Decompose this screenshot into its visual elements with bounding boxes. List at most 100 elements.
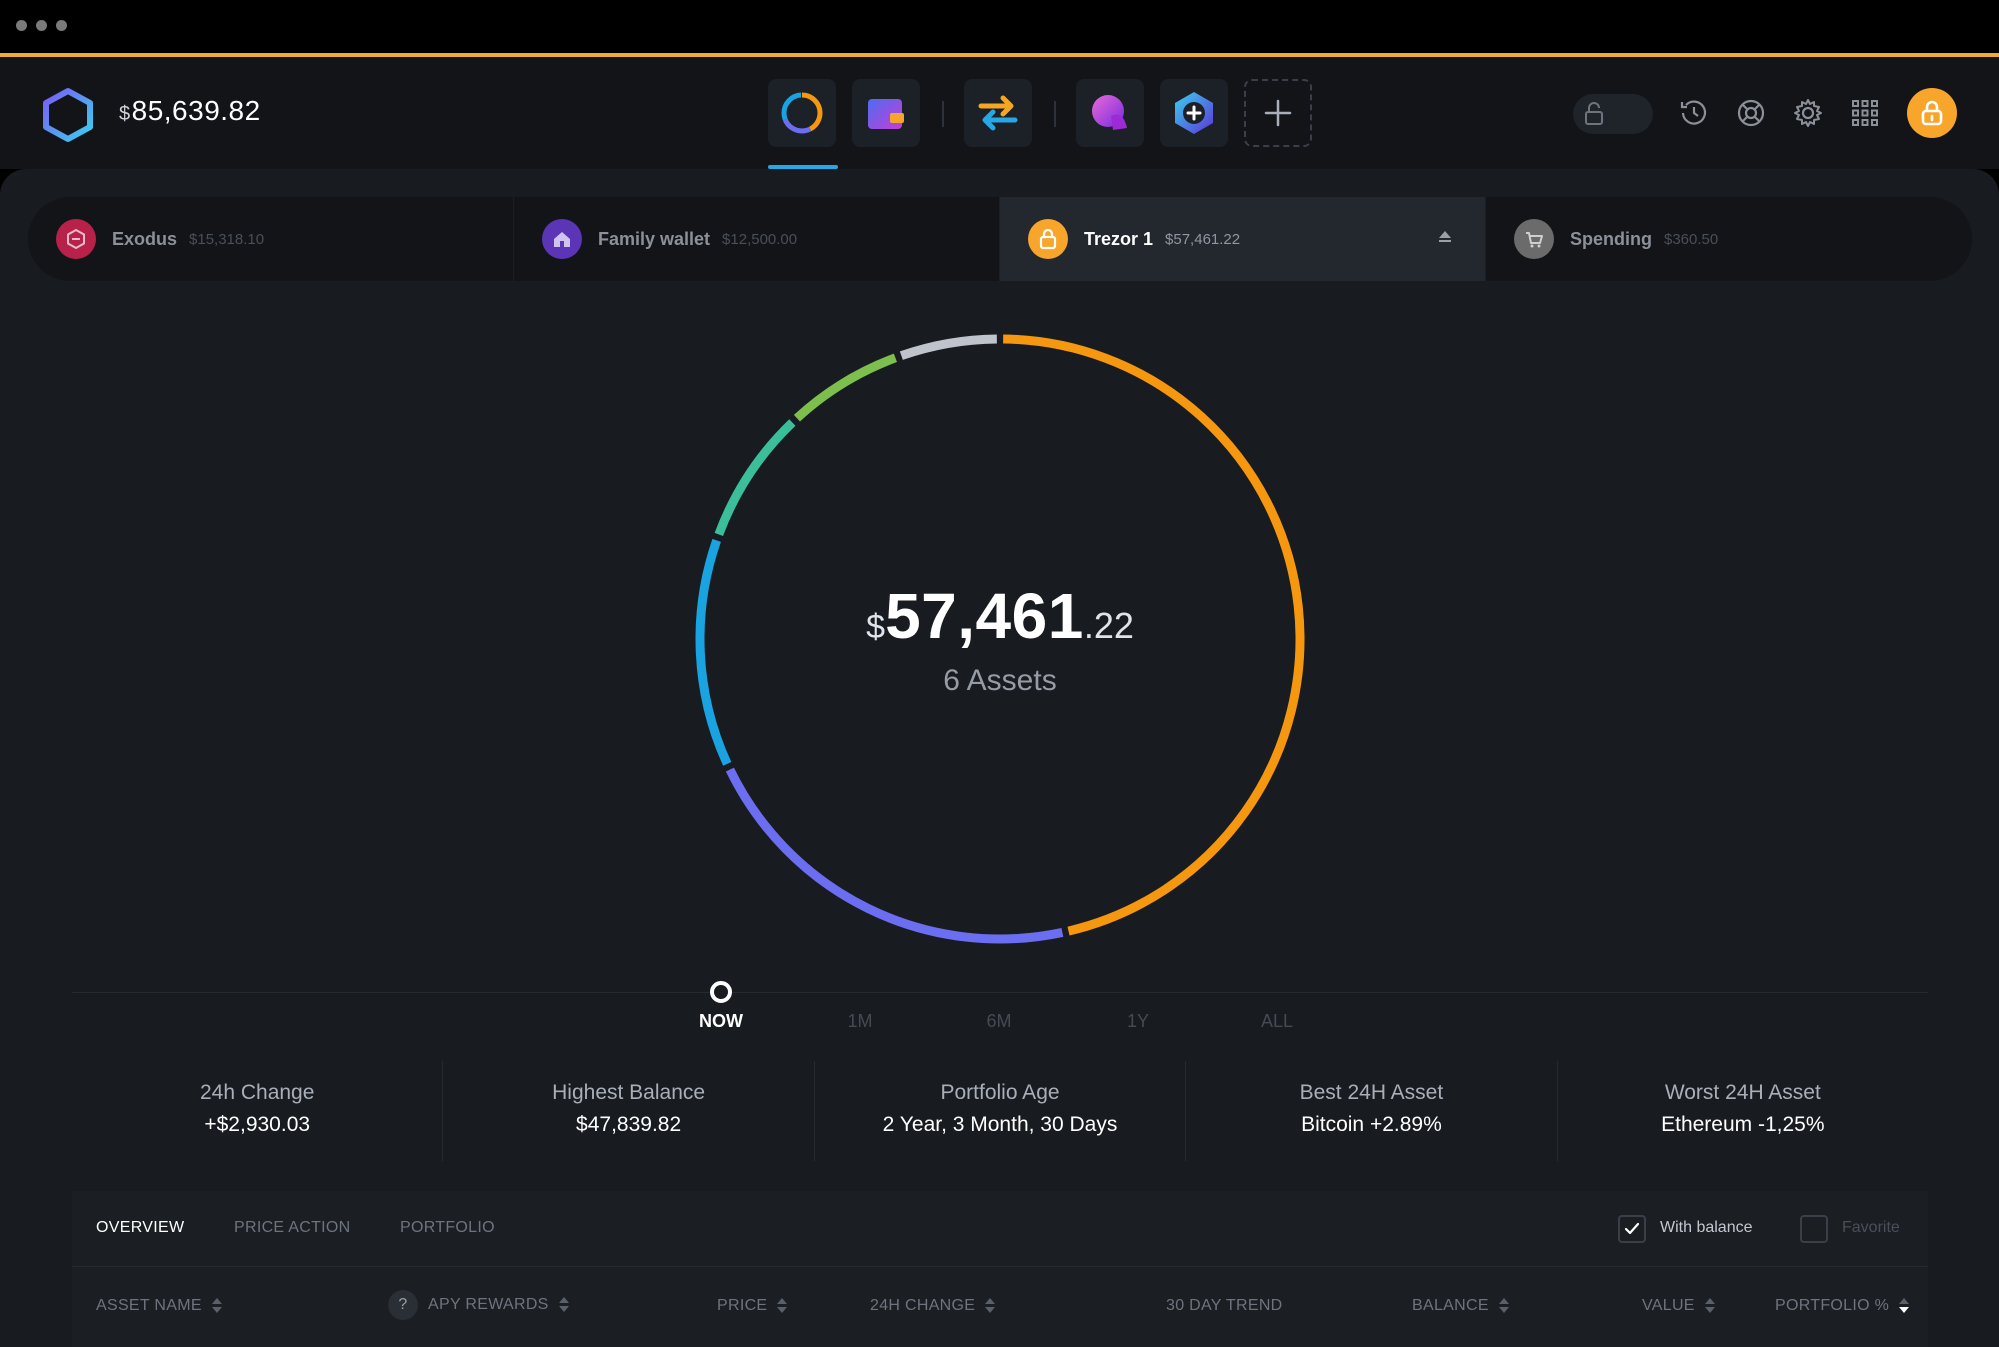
portfolio-panel: Exodus $15,318.10 Family wallet $12,500.…: [0, 169, 1999, 1347]
total-balance: $85,639.82: [119, 95, 261, 127]
stat-highest-balance: Highest Balance $47,839.82: [443, 1061, 815, 1161]
with-balance-label[interactable]: With balance: [1660, 1219, 1753, 1237]
col-price[interactable]: PRICE: [717, 1297, 788, 1315]
window-titlebar: [0, 0, 1999, 54]
wallet-balance: $57,461.22: [1165, 230, 1241, 248]
stat-label: 24h Change: [199, 1081, 315, 1104]
stat-24h-change: 24h Change +$2,930.03: [72, 1061, 444, 1161]
tab-price-action[interactable]: PRICE ACTION: [234, 1219, 351, 1237]
sort-desc-icon: [1899, 1298, 1910, 1314]
lock-toggle[interactable]: [1573, 94, 1653, 134]
wallet-tab-trezor[interactable]: Trezor 1 $57,461.22: [1000, 197, 1486, 281]
apps-grid-button[interactable]: [1845, 93, 1885, 133]
checkmark-icon: [1624, 1222, 1640, 1235]
nav-app-1[interactable]: [1076, 79, 1144, 147]
donut-segment-6[interactable]: [899, 334, 997, 360]
nav-separator: [1054, 101, 1056, 127]
hexagon-plus-icon: [1175, 92, 1213, 134]
timeline-now[interactable]: NOW: [681, 1011, 761, 1032]
wallet-balance: $360.50: [1664, 230, 1719, 248]
gear-icon: [1794, 99, 1822, 127]
nav-add-app[interactable]: [1244, 79, 1312, 147]
home-icon: [542, 219, 582, 259]
stat-portfolio-age: Portfolio Age 2 Year, 3 Month, 30 Days: [815, 1061, 1187, 1161]
settings-button[interactable]: [1788, 93, 1828, 133]
col-label: 30 DAY TREND: [1166, 1297, 1283, 1314]
grid-icon: [1852, 100, 1878, 126]
timeline-6m[interactable]: 6M: [959, 1011, 1039, 1032]
stat-label: Best 24H Asset: [1299, 1081, 1444, 1104]
nav-wallet[interactable]: [852, 79, 920, 147]
col-24h-change[interactable]: 24H CHANGE: [870, 1297, 996, 1315]
portfolio-ring-icon: [781, 92, 823, 134]
sort-icon: [558, 1297, 569, 1313]
stat-label: Portfolio Age: [940, 1081, 1060, 1104]
col-30-day-trend: 30 DAY TREND: [1166, 1297, 1283, 1315]
wallet-tab-family[interactable]: Family wallet $12,500.00: [514, 197, 1000, 281]
wallet-name: Spending: [1570, 228, 1652, 249]
exodus-logo-icon[interactable]: [40, 87, 96, 143]
portfolio-currency: $: [866, 608, 886, 646]
timeline-1m[interactable]: 1M: [820, 1011, 900, 1032]
with-balance-checkbox[interactable]: [1618, 1215, 1646, 1243]
col-label: 24H CHANGE: [870, 1297, 976, 1314]
timeline-1y[interactable]: 1Y: [1098, 1011, 1178, 1032]
timeline-track: [72, 992, 1928, 993]
donut-segment-4[interactable]: [714, 419, 796, 536]
col-asset-name[interactable]: ASSET NAME: [96, 1297, 222, 1315]
stat-value: +$2,930.03: [204, 1113, 311, 1136]
portfolio-total: $57,461.22: [680, 579, 1320, 653]
app-icon: [1092, 95, 1127, 130]
wallet-name: Exodus: [112, 228, 178, 249]
lock-wallet-button[interactable]: [1907, 88, 1957, 138]
col-label: APY REWARDS: [428, 1296, 549, 1313]
window-minimize-dot[interactable]: [36, 20, 47, 31]
col-portfolio-percent[interactable]: PORTFOLIO %: [1775, 1297, 1910, 1315]
nav-app-2[interactable]: [1160, 79, 1228, 147]
wallet-balance: $12,500.00: [722, 230, 798, 248]
plus-icon: [1264, 99, 1292, 127]
stat-value: $47,839.82: [576, 1113, 682, 1136]
stat-label: Worst 24H Asset: [1664, 1081, 1821, 1104]
window-maximize-dot[interactable]: [56, 20, 67, 31]
sort-icon: [1498, 1298, 1509, 1314]
history-button[interactable]: [1674, 93, 1714, 133]
window-close-dot[interactable]: [16, 20, 27, 31]
eject-icon[interactable]: [1439, 231, 1451, 242]
assets-table: OVERVIEW PRICE ACTION PORTFOLIO With bal…: [72, 1191, 1928, 1347]
sort-icon: [985, 1298, 996, 1314]
stat-value: Bitcoin +2.89%: [1301, 1113, 1442, 1136]
timeline-handle[interactable]: [710, 981, 732, 1003]
total-amount: 85,639.82: [131, 95, 261, 126]
favorite-checkbox[interactable]: [1800, 1215, 1828, 1243]
stat-best-asset: Best 24H Asset Bitcoin +2.89%: [1186, 1061, 1558, 1161]
timeline-all[interactable]: ALL: [1237, 1011, 1317, 1032]
support-button[interactable]: [1731, 93, 1771, 133]
nav-exchange[interactable]: [964, 79, 1032, 147]
col-balance[interactable]: BALANCE: [1412, 1297, 1509, 1315]
col-label: PRICE: [717, 1297, 768, 1314]
help-icon[interactable]: ?: [388, 1290, 418, 1320]
total-currency: $: [119, 103, 131, 125]
wallet-tab-exodus[interactable]: Exodus $15,318.10: [28, 197, 514, 281]
col-label: ASSET NAME: [96, 1297, 202, 1314]
stat-value: 2 Year, 3 Month, 30 Days: [882, 1113, 1118, 1136]
sort-icon: [1704, 1298, 1715, 1314]
lock-icon: [1028, 219, 1068, 259]
tab-portfolio[interactable]: PORTFOLIO: [400, 1219, 495, 1237]
nav-separator: [942, 101, 944, 127]
donut-segment-2[interactable]: [725, 767, 1064, 944]
wallet-name: Trezor 1: [1084, 228, 1154, 249]
favorite-label[interactable]: Favorite: [1842, 1219, 1900, 1237]
wallet-tab-spending[interactable]: Spending $360.50: [1486, 197, 1972, 281]
col-value[interactable]: VALUE: [1642, 1297, 1715, 1315]
stat-label: Highest Balance: [552, 1081, 706, 1104]
donut-segment-5[interactable]: [793, 353, 897, 422]
stat-value: Ethereum -1,25%: [1661, 1113, 1825, 1136]
portfolio-decimals: .22: [1083, 605, 1134, 646]
col-apy-rewards[interactable]: ? APY REWARDS: [388, 1290, 569, 1320]
nav-portfolio[interactable]: [768, 79, 836, 147]
exchange-arrows-icon: [978, 95, 1018, 131]
tab-overview[interactable]: OVERVIEW: [96, 1219, 184, 1237]
history-icon: [1680, 100, 1707, 125]
